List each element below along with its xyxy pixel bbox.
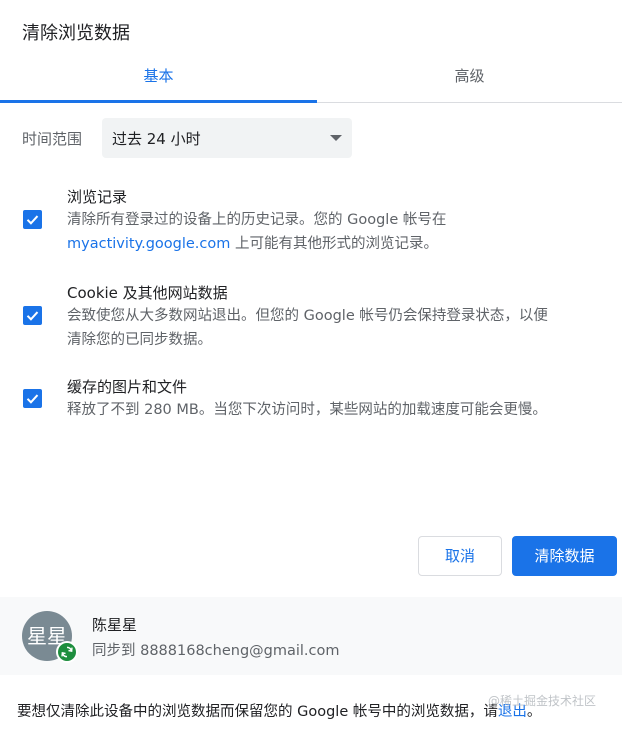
myactivity-link[interactable]: myactivity.google.com [67, 236, 230, 252]
cookies-checkbox[interactable] [23, 306, 42, 325]
clear-data-button[interactable]: 清除数据 [512, 536, 617, 576]
description-text: 上可能有其他形式的浏览记录。 [230, 236, 438, 252]
time-range-select[interactable]: 过去 24 小时 [102, 118, 352, 158]
account-section: 星星 陈星星 同步到 8888168cheng@gmail.com [0, 597, 622, 675]
active-tab-indicator [0, 100, 317, 103]
tab-basic[interactable]: 基本 [0, 57, 317, 102]
description-text: 清除所有登录过的设备上的历史记录。您的 Google 帐号在 [67, 212, 447, 228]
option-description: 清除所有登录过的设备上的历史记录。您的 Google 帐号在 myactivit… [67, 208, 607, 256]
time-range-value: 过去 24 小时 [112, 130, 201, 148]
time-range-label: 时间范围 [22, 130, 83, 148]
watermark: @稀土掘金技术社区 [488, 694, 597, 708]
checkmark-icon [26, 394, 39, 404]
account-sync-status: 同步到 8888168cheng@gmail.com [92, 643, 340, 659]
cache-checkbox[interactable] [23, 389, 42, 408]
description-text: 清除您的已同步数据。 [67, 332, 212, 348]
tab-bar: 基本 高级 [0, 57, 622, 103]
footer-text: 要想仅清除此设备中的浏览数据而保留您的 Google 帐号中的浏览数据，请 [17, 704, 498, 720]
sync-icon [56, 641, 78, 663]
cancel-button[interactable]: 取消 [418, 536, 502, 576]
checkmark-icon [26, 215, 39, 225]
checkmark-icon [26, 311, 39, 321]
tab-advanced[interactable]: 高级 [317, 57, 622, 102]
dialog-title: 清除浏览数据 [22, 23, 130, 44]
clear-browsing-data-dialog: 清除浏览数据 基本 高级 时间范围 过去 24 小时 浏览记录 清除所有登录过的… [0, 0, 622, 729]
sync-arrows-icon [61, 646, 73, 658]
dropdown-arrow-icon [330, 135, 342, 141]
account-name: 陈星星 [92, 616, 138, 634]
description-text: 会致使您从大多数网站退出。但您的 Google 帐号仍会保持登录状态，以便 [67, 308, 548, 324]
description-text: 释放了不到 280 MB。当您下次访问时，某些网站的加载速度可能会更慢。 [67, 402, 547, 418]
browsing-history-checkbox[interactable] [23, 210, 42, 229]
footer-note: 要想仅清除此设备中的浏览数据而保留您的 Google 帐号中的浏览数据，请退出。 [17, 700, 541, 721]
option-title: 浏览记录 [67, 188, 128, 206]
option-title: 缓存的图片和文件 [67, 378, 188, 396]
option-title: Cookie 及其他网站数据 [67, 284, 228, 302]
option-description: 释放了不到 280 MB。当您下次访问时，某些网站的加载速度可能会更慢。 [67, 398, 607, 422]
option-description: 会致使您从大多数网站退出。但您的 Google 帐号仍会保持登录状态，以便 清除… [67, 304, 607, 352]
